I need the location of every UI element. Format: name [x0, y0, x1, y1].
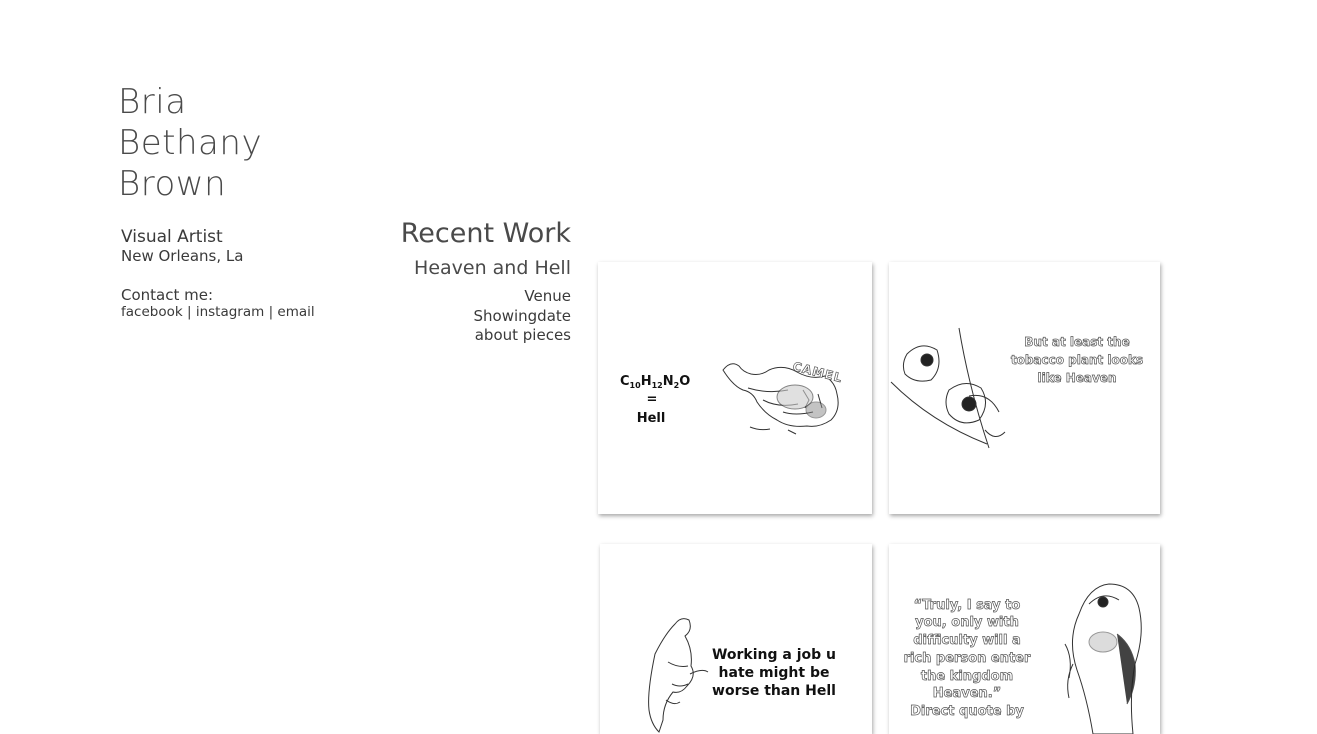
about-pieces-link[interactable]: about pieces [311, 326, 571, 346]
showing-date-link[interactable]: Showingdate [311, 307, 572, 327]
series-sub-links: Venue Showingdate about pieces [311, 287, 572, 346]
artwork-thumbnail-tobacco[interactable]: But at least the tobacco plant looks lik… [889, 262, 1160, 514]
artwork-thumbnail-quote[interactable]: “Truly, I say to you, only with difficul… [889, 544, 1160, 734]
contact-section: Contact me: facebook | instagram | email [121, 287, 315, 321]
quote-artwork-image: “Truly, I say to you, only with difficul… [903, 583, 1142, 734]
instagram-link[interactable]: instagram [196, 304, 264, 320]
tobacco-caption-line: like Heaven [1038, 371, 1117, 385]
quote-caption-line: difficulty will a [913, 633, 1021, 648]
series-title[interactable]: Heaven and Hell [311, 256, 571, 281]
tobacco-artwork-image: But at least the tobacco plant looks lik… [890, 327, 1144, 449]
artist-bio: Visual Artist New Orleans, La [121, 227, 243, 266]
artist-name-line: Bethany [118, 123, 263, 163]
tobacco-caption-line: tobacco plant looks [1011, 353, 1143, 367]
job-caption-line: worse than Hell [712, 683, 836, 699]
artist-role: Visual Artist [121, 227, 223, 247]
artwork-thumbnail-job[interactable]: Working a job u hate might be worse than… [600, 544, 872, 734]
contact-links: facebook | instagram | email [121, 304, 315, 321]
artist-name: Bria Bethany Brown [118, 82, 262, 205]
job-caption-line: Working a job u [712, 647, 836, 663]
artist-name-line: Brown [118, 164, 227, 204]
quote-caption: “Truly, I say to you, only with difficul… [903, 598, 1031, 720]
quote-caption-line: you, only with [915, 615, 1019, 630]
job-artwork-image: Working a job u hate might be worse than… [648, 618, 836, 733]
facebook-link[interactable]: facebook [121, 304, 183, 320]
quote-caption-line: “Truly, I say to [914, 598, 1021, 613]
venue-link[interactable]: Venue [311, 287, 571, 307]
tobacco-flower-drawing [890, 327, 1006, 449]
tobacco-caption-line: But at least the [1024, 335, 1129, 349]
hell-word: Hell [637, 411, 666, 426]
equals-sign: = [647, 392, 658, 407]
quote-caption-line: Heaven.” [933, 686, 1002, 701]
artwork-thumbnail-camel[interactable]: C10H12N2O = Hell CAMEL [598, 262, 872, 514]
quote-caption-line: the kingdom [921, 669, 1013, 684]
quote-caption-line: rich person enter [904, 651, 1031, 666]
formula-text: C10H12N2O [620, 374, 690, 390]
artist-name-line: Bria [118, 82, 187, 122]
artist-location: New Orleans, La [121, 247, 244, 265]
email-link[interactable]: email [277, 304, 314, 320]
recent-work-heading: Recent Work [400, 218, 571, 249]
figure-drawing [1064, 583, 1142, 734]
creature-drawing [648, 618, 709, 733]
recent-work-nav: Recent Work Heaven and Hell Venue Showin… [311, 218, 571, 346]
camel-artwork-image: C10H12N2O = Hell CAMEL [620, 359, 844, 435]
camel-brand-text: CAMEL [791, 359, 844, 385]
quote-caption-line: Direct quote by [910, 704, 1024, 719]
link-separator: | [186, 304, 196, 320]
job-caption-line: hate might be [719, 665, 830, 681]
contact-title: Contact me: [121, 286, 214, 304]
